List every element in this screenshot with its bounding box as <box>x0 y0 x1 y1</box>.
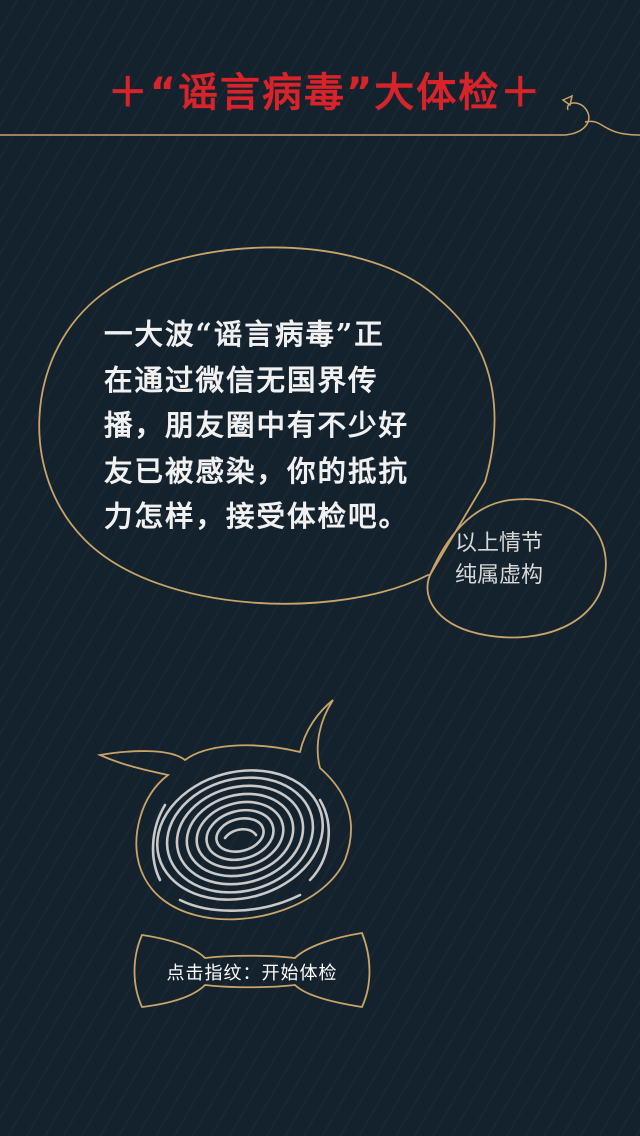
bubble-line: 一大波“谣言病毒”正 <box>104 317 385 351</box>
disclaimer-line: 以上情节 <box>455 531 544 556</box>
disclaimer-text: 以上情节 纯属虚构 <box>455 528 585 592</box>
page-title: ＋“谣言病毒”大体检＋ <box>107 70 543 116</box>
bubble-message: 一大波“谣言病毒”正 在通过微信无国界传 播，朋友圈中有不少好 友已被感染，你的… <box>104 312 424 540</box>
start-checkup-label: 点击指纹：开始体检 <box>166 963 338 984</box>
disclaimer-line: 纯属虚构 <box>455 563 544 588</box>
bubble-line: 友已被感染，你的抵抗 <box>104 453 410 488</box>
bubble-line: 在通过微信无国界传 <box>104 362 379 397</box>
start-checkup-button[interactable]: 点击指纹：开始体检 <box>136 933 368 1007</box>
bubble-line: 播，朋友圈中有不少好 <box>104 408 410 442</box>
bubble-line: 力怎样，接受体检吧。 <box>104 499 410 533</box>
fingerprint-tap-area[interactable] <box>140 760 360 920</box>
